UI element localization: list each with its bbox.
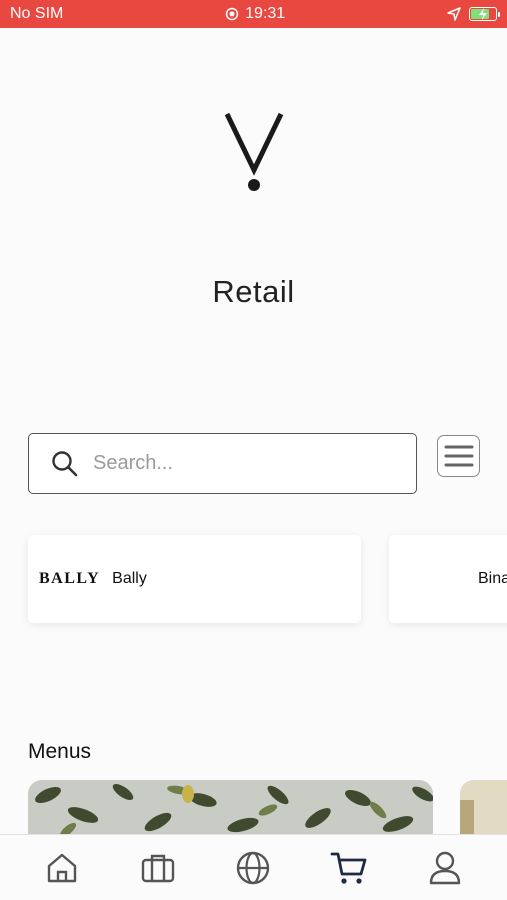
globe-icon (237, 851, 270, 884)
bottom-nav (0, 834, 507, 900)
brand-name: Bally (112, 570, 147, 587)
carrier-label: No SIM (10, 5, 64, 22)
status-bar: No SIM 19:31 (0, 0, 507, 28)
brand-card-bally[interactable]: BALLY Bally (28, 535, 361, 623)
brand-logo-bally: BALLY (39, 570, 101, 587)
search-icon (52, 450, 78, 476)
status-right (447, 7, 500, 21)
foliage-image (28, 780, 433, 840)
user-icon (429, 851, 461, 884)
location-arrow-icon (447, 7, 461, 21)
screen-record-icon (225, 7, 239, 21)
nav-cart[interactable] (326, 845, 372, 891)
cart-icon (330, 852, 367, 884)
brand-card-bina[interactable]: Bina (389, 535, 507, 623)
status-time: 19:31 (245, 5, 286, 22)
battery-icon (468, 7, 500, 21)
home-icon (47, 853, 77, 882)
briefcase-icon (141, 854, 174, 882)
menu-card-image[interactable] (28, 780, 433, 840)
page-title: Retail (212, 274, 295, 309)
nav-account[interactable] (422, 845, 468, 891)
nav-home[interactable] (39, 845, 85, 891)
hamburger-icon (444, 445, 473, 467)
nav-briefcase[interactable] (135, 845, 181, 891)
menu-image (460, 780, 507, 840)
menu-button[interactable] (437, 435, 480, 477)
brand-name: Bina (478, 570, 507, 587)
search-input[interactable]: Search... (28, 433, 417, 494)
menu-card-image[interactable] (460, 780, 507, 840)
brand-logo (224, 112, 284, 191)
nav-globe[interactable] (230, 845, 276, 891)
menus-section-title: Menus (28, 740, 92, 763)
search-placeholder: Search... (93, 452, 174, 474)
status-center: 19:31 (225, 5, 285, 23)
